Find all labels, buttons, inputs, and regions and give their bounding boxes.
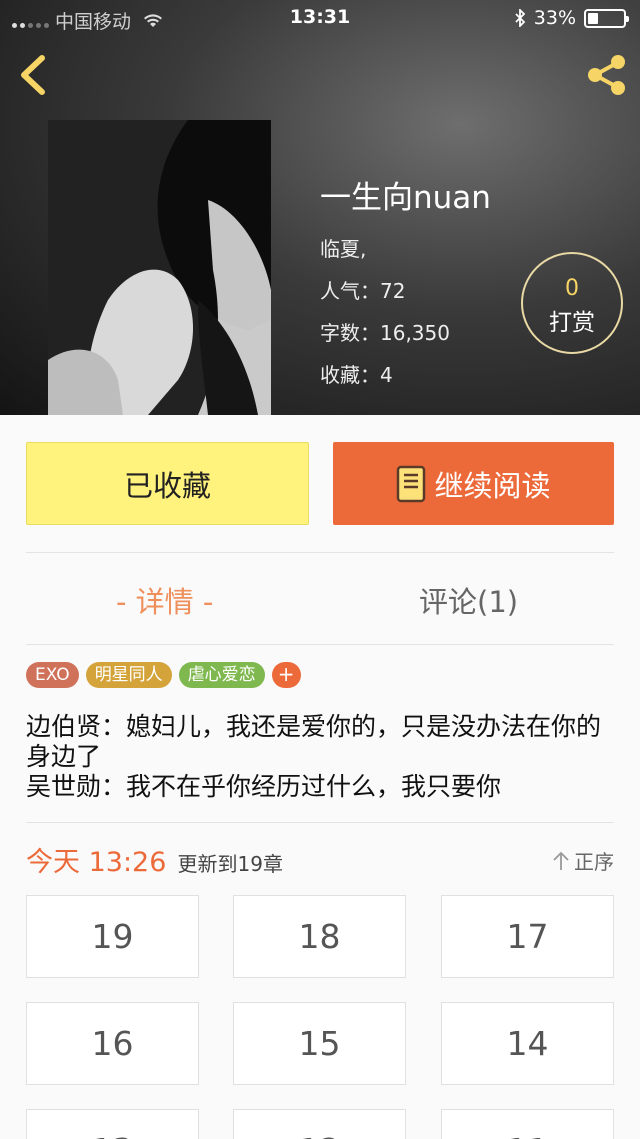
- continue-reading-button[interactable]: 继续阅读: [333, 442, 614, 525]
- chapter-button[interactable]: 18: [233, 895, 406, 978]
- book-description: 边伯贤：媳妇儿，我还是爱你的，只是没办法在你的身边了 吴世勋：我不在乎你经历过什…: [26, 712, 616, 802]
- status-bar: 中国移动 13:31 33%: [0, 0, 640, 38]
- favorited-label: 已收藏: [123, 468, 211, 503]
- update-time: 今天 13:26: [26, 847, 167, 878]
- share-button[interactable]: [583, 52, 629, 98]
- update-chapter: 更新到19章: [177, 852, 283, 876]
- tag-celebrity-fanfic[interactable]: 明星同人: [85, 662, 172, 688]
- chapter-button[interactable]: 12: [233, 1109, 406, 1139]
- reward-button[interactable]: 0 打赏: [521, 252, 623, 354]
- cover-photo: [48, 120, 271, 415]
- tab-bar: - 详情 - 评论(1): [26, 553, 614, 645]
- description-line: 边伯贤：媳妇儿，我还是爱你的，只是没办法在你的身边了: [26, 712, 602, 771]
- book-header: 中国移动 13:31 33% 一生向nuan 临夏, 人气：72 字数：16,3…: [0, 0, 640, 415]
- sort-order-button[interactable]: 正序: [552, 846, 614, 875]
- book-favorites: 收藏：4: [320, 363, 393, 387]
- sort-order-label: 正序: [574, 850, 614, 874]
- description-line: 吴世勋：我不在乎你经历过什么，我只要你: [26, 772, 502, 801]
- book-wordcount: 字数：16,350: [320, 321, 450, 345]
- tab-comments[interactable]: 评论(1): [419, 579, 518, 621]
- divider: [26, 644, 614, 645]
- chapter-button[interactable]: 13: [26, 1109, 199, 1139]
- tag-heartbreak-romance[interactable]: 虐心爱恋: [178, 662, 265, 688]
- add-tag-button[interactable]: +: [271, 662, 301, 688]
- reward-label: 打赏: [549, 310, 595, 336]
- update-info: 今天 13:26 更新到19章 正序: [26, 840, 614, 880]
- book-author[interactable]: 临夏,: [320, 233, 491, 262]
- battery-percent: 33%: [533, 7, 576, 29]
- chapter-button[interactable]: 11: [441, 1109, 614, 1139]
- tab-details[interactable]: - 详情 -: [116, 579, 213, 621]
- book-popularity: 人气：72: [320, 279, 406, 303]
- tag-exo[interactable]: EXO: [26, 662, 79, 688]
- book-info: 一生向nuan 临夏, 人气：72 字数：16,350 收藏：4: [320, 172, 491, 401]
- favorited-button[interactable]: 已收藏: [26, 442, 309, 525]
- chapter-button[interactable]: 14: [441, 1002, 614, 1085]
- book-title: 一生向nuan: [320, 180, 491, 216]
- chapter-button[interactable]: 19: [26, 895, 199, 978]
- battery-icon: [584, 8, 629, 28]
- bluetooth-icon: [515, 9, 526, 27]
- chapter-button[interactable]: 15: [233, 1002, 406, 1085]
- back-button[interactable]: [14, 50, 54, 100]
- continue-reading-label: 继续阅读: [434, 468, 551, 503]
- book-icon: [397, 465, 426, 502]
- divider: [26, 822, 614, 823]
- arrow-up-icon: [553, 851, 569, 870]
- reward-count: 0: [565, 276, 579, 301]
- book-cover: [48, 120, 271, 415]
- chapter-button[interactable]: 16: [26, 1002, 199, 1085]
- chapter-button[interactable]: 17: [441, 895, 614, 978]
- tag-list: EXO 明星同人 虐心爱恋 +: [26, 662, 301, 688]
